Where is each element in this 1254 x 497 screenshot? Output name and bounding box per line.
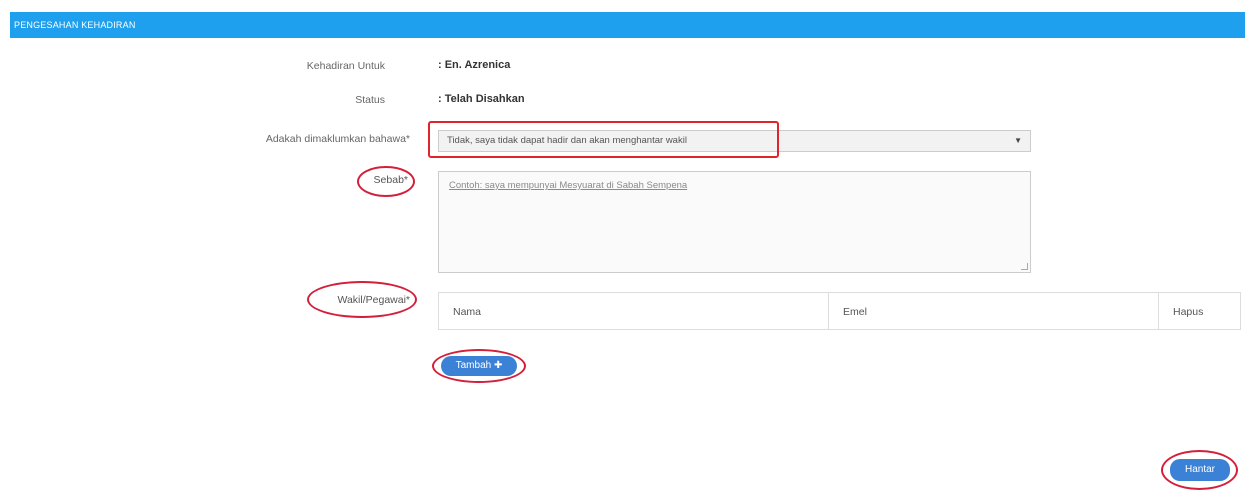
reason-placeholder: Contoh: saya mempunyai Mesyuarat di Saba… — [449, 180, 688, 191]
attendance-for-label: Kehadiran Untuk — [306, 60, 385, 72]
rep-label: Wakil/Pegawai* — [337, 294, 410, 306]
add-button[interactable]: Tambah ✚ — [441, 356, 517, 376]
table-header-email: Emel — [829, 293, 1159, 329]
reason-label: Sebab* — [373, 174, 408, 186]
attendance-for-value: : En. Azrenica — [438, 59, 511, 71]
page-header: PENGESAHAN KEHADIRAN — [10, 12, 1245, 38]
resize-handle-icon[interactable] — [1021, 263, 1028, 270]
status-value: : Telah Disahkan — [438, 93, 525, 105]
page-title: PENGESAHAN KEHADIRAN — [14, 20, 136, 30]
reason-textarea[interactable]: Contoh: saya mempunyai Mesyuarat di Saba… — [438, 171, 1031, 273]
status-label: Status — [355, 94, 385, 106]
rep-table: Nama Emel Hapus — [438, 292, 1241, 330]
confirm-selected-value: Tidak, saya tidak dapat hadir dan akan m… — [447, 135, 687, 146]
table-header-name: Nama — [439, 293, 829, 329]
confirm-select[interactable]: Tidak, saya tidak dapat hadir dan akan m… — [438, 130, 1031, 152]
confirm-label: Adakah dimaklumkan bahawa* — [265, 133, 410, 145]
submit-button[interactable]: Hantar — [1170, 459, 1230, 481]
chevron-down-icon: ▼ — [1014, 136, 1022, 145]
table-header-delete: Hapus — [1173, 306, 1204, 318]
